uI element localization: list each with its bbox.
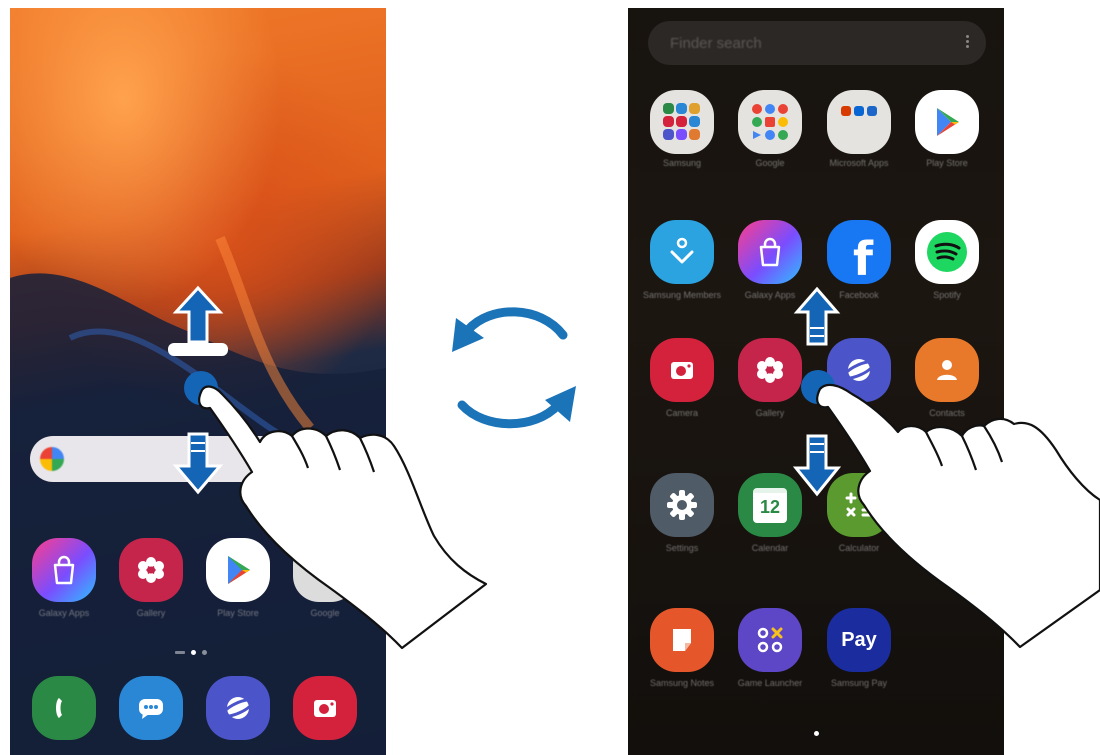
rotate-arrows-icon bbox=[457, 307, 568, 429]
pointing-hand-icon bbox=[816, 383, 1100, 649]
gesture-overlay bbox=[168, 285, 1100, 650]
swipe-up-arrow bbox=[793, 286, 841, 346]
swipe-down-arrow bbox=[792, 434, 842, 497]
swipe-down-arrow bbox=[172, 432, 224, 495]
pointing-hand-icon bbox=[198, 385, 488, 650]
swipe-up-arrow bbox=[168, 285, 228, 356]
